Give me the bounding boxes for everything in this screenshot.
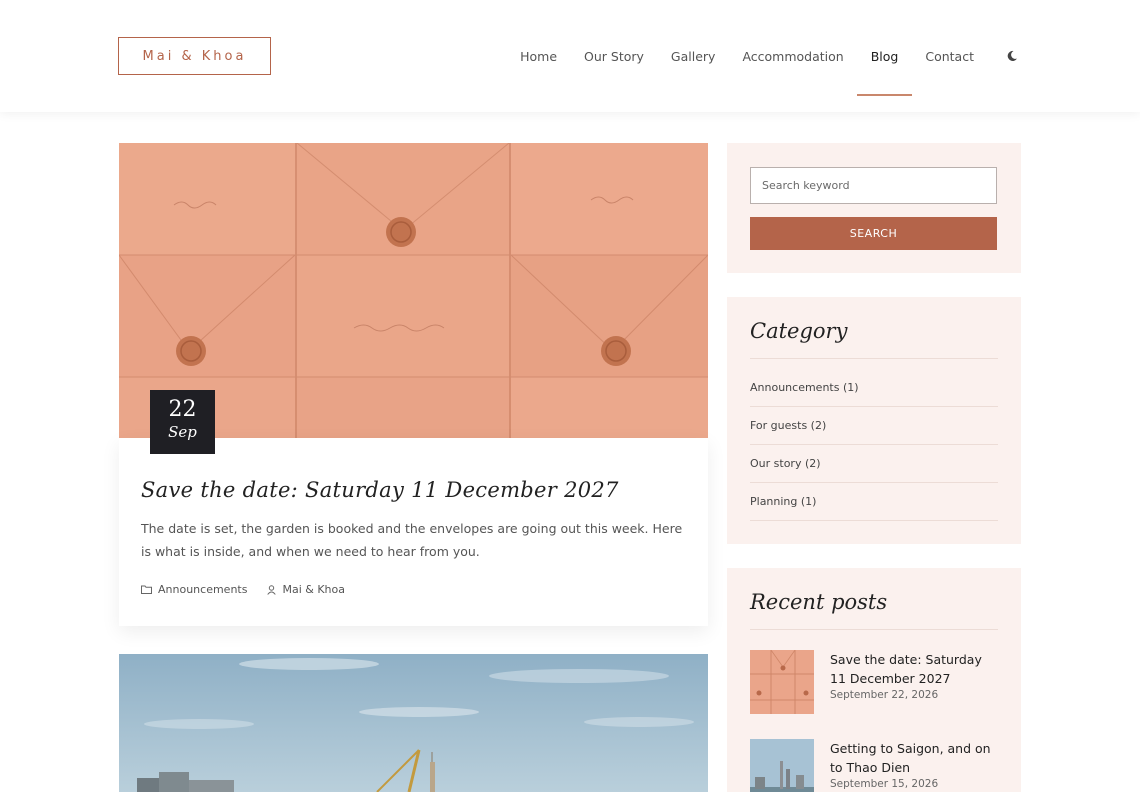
post-meta: Announcements Mai & Khoa (141, 583, 686, 596)
recent-post-thumbnail[interactable] (750, 650, 814, 714)
category-title: Category (750, 319, 998, 359)
post-date-day: 22 (168, 397, 197, 422)
post-card: Save the date: Saturday 11 December 2027… (119, 438, 708, 626)
nav-contact[interactable]: Contact (925, 0, 974, 112)
post-category-label: Announcements (158, 583, 248, 596)
post-title[interactable]: Save the date: Saturday 11 December 2027 (141, 478, 686, 502)
user-icon (267, 584, 277, 595)
site-logo[interactable]: Mai & Khoa (118, 37, 271, 75)
recent-post-date: September 15, 2026 (830, 778, 939, 790)
search-widget: SEARCH (727, 143, 1021, 273)
recent-post-item[interactable]: Getting to Saigon, and on to Thao Dien S… (750, 739, 998, 792)
recent-post-title[interactable]: Save the date: Saturday 11 December 2027 (830, 650, 998, 688)
nav-blog[interactable]: Blog (856, 0, 912, 112)
category-item-our-story[interactable]: Our story (2) (750, 445, 998, 483)
recent-post-date: September 22, 2026 (830, 689, 939, 701)
nav-our-story[interactable]: Our Story (584, 0, 644, 112)
recent-post-item[interactable]: Save the date: Saturday 11 December 2027… (750, 650, 998, 714)
site-header: Mai & Khoa Home Our Story Gallery Accomm… (0, 0, 1140, 112)
category-list: Announcements (1) For guests (2) Our sto… (750, 359, 998, 521)
post-date-month: Sep (168, 423, 197, 441)
category-item-for-guests[interactable]: For guests (2) (750, 407, 998, 445)
category-item-announcements[interactable]: Announcements (1) (750, 359, 998, 407)
recent-posts-widget: Recent posts Save the date: Saturday 11 … (727, 568, 1021, 792)
post-excerpt: The date is set, the garden is booked an… (141, 521, 683, 559)
search-button[interactable]: SEARCH (750, 217, 997, 250)
category-widget: Category Announcements (1) For guests (2… (727, 297, 1021, 544)
main-nav: Home Our Story Gallery Accommodation Blo… (493, 0, 1020, 112)
nav-home[interactable]: Home (520, 0, 557, 112)
nav-accommodation[interactable]: Accommodation (742, 0, 843, 112)
moon-icon[interactable] (1006, 49, 1020, 63)
post-category-link[interactable]: Announcements (141, 583, 247, 596)
recent-post-title[interactable]: Getting to Saigon, and on to Thao Dien (830, 739, 998, 777)
folder-icon (141, 585, 152, 594)
search-input[interactable] (750, 167, 997, 204)
category-item-planning[interactable]: Planning (1) (750, 483, 998, 521)
post-author-link[interactable]: Mai & Khoa (267, 583, 345, 596)
post-author-label: Mai & Khoa (282, 583, 345, 596)
post-date-badge: 22 Sep (150, 390, 215, 454)
recent-posts-title: Recent posts (750, 590, 998, 630)
recent-post-thumbnail[interactable] (750, 739, 814, 792)
nav-gallery[interactable]: Gallery (671, 0, 716, 112)
post-featured-image-2[interactable] (119, 654, 708, 792)
